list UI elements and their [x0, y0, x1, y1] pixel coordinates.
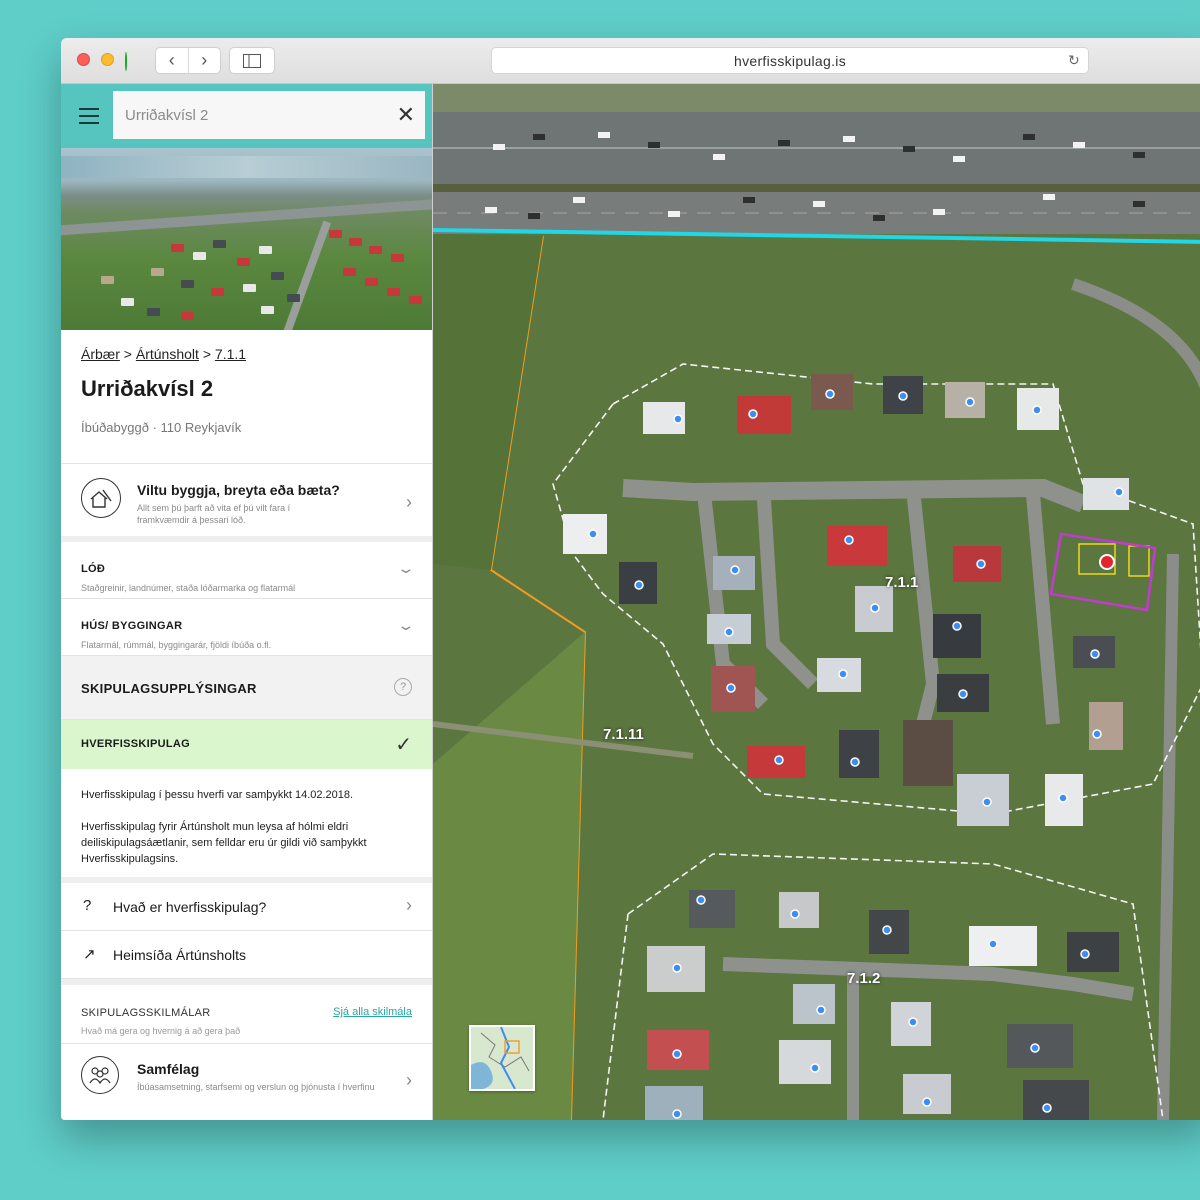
planning-section-header: SKIPULAGSUPPLÝSINGAR ?	[61, 656, 432, 720]
breadcrumb-artunsholt[interactable]: Ártúnsholt	[136, 346, 199, 362]
help-icon[interactable]: ?	[394, 678, 412, 696]
neighborhood-photo	[61, 148, 432, 330]
neighborhood-plan-item[interactable]: HVERFISSKIPULAG ✓	[61, 720, 432, 769]
forward-button[interactable]: ›	[187, 48, 221, 73]
what-is-plan-link[interactable]: ? Hvað er hverfisskipulag? ›	[61, 883, 432, 931]
maximize-window-button[interactable]	[125, 52, 127, 71]
planning-terms-heading: SKIPULAGSSKILMÁLAR	[81, 1007, 211, 1019]
search-input[interactable]: Urriðakvísl 2 ✕	[113, 91, 425, 139]
search-header: Urriðakvísl 2 ✕	[61, 84, 432, 148]
breadcrumb-arbaer[interactable]: Árbær	[81, 346, 120, 362]
build-change-heading: Viltu byggja, breyta eða bæta?	[137, 482, 340, 498]
build-change-card[interactable]: Viltu byggja, breyta eða bæta? Allt sem …	[61, 464, 432, 542]
property-info: Árbær > Ártúnsholt > 7.1.1 Urriðakvísl 2…	[61, 330, 432, 464]
sidebar-panel: Urriðakvísl 2 ✕ Árbær > Ártúnsholt > 7.1…	[61, 84, 433, 1120]
planning-terms-header: SKIPULAGSSKILMÁLAR Hvað má gera og hvern…	[61, 979, 432, 1043]
external-link-icon: ↗	[83, 946, 96, 963]
community-description: Íbúasamsetning, starfsemi og verslun og …	[137, 1082, 375, 1092]
house-build-icon	[81, 478, 121, 518]
property-subtitle: Íbúðabyggð · 110 Reykjavík	[81, 420, 242, 435]
zone-label: 7.1.1	[885, 574, 919, 591]
search-input-value: Urriðakvísl 2	[125, 106, 209, 124]
plan-description: Hverfisskipulag í þessu hverfi var samþy…	[61, 769, 432, 883]
community-item[interactable]: Samfélag Íbúasamsetning, starfsemi og ve…	[61, 1043, 432, 1113]
chevron-right-icon: ›	[406, 1070, 412, 1090]
zone-label: 7.1.2	[847, 970, 881, 987]
accordion-buildings[interactable]: HÚS/ BYGGINGAR Flatarmál, rúmmál, byggin…	[61, 599, 432, 656]
chevron-right-icon: ›	[406, 492, 412, 512]
history-nav: ‹ ›	[155, 47, 221, 74]
checkmark-icon: ✓	[395, 734, 412, 756]
see-all-terms-link[interactable]: Sjá alla skilmála	[333, 1006, 412, 1018]
accordion-buildings-heading: HÚS/ BYGGINGAR	[81, 620, 183, 632]
map-view[interactable]: 7.1.1 7.1.11 7.1.2	[433, 84, 1200, 1120]
chevron-down-icon: ⌄	[396, 617, 416, 633]
question-icon: ?	[83, 897, 92, 914]
artunsholt-homepage-link[interactable]: ↗ Heimsíða Ártúnsholts	[61, 931, 432, 979]
accordion-buildings-description: Flatarmál, rúmmál, byggingarár, fjöldi í…	[81, 640, 272, 650]
sidebar-toggle-icon[interactable]	[229, 47, 275, 74]
browser-titlebar: ‹ › hverfisskipulag.is ↻	[61, 38, 1200, 84]
address-bar[interactable]: hverfisskipulag.is ↻	[491, 47, 1089, 74]
plan-replacement-text: Hverfisskipulag fyrir Ártúnsholt mun ley…	[81, 821, 367, 865]
clear-search-icon[interactable]: ✕	[397, 102, 415, 128]
chevron-down-icon: ⌄	[396, 560, 416, 576]
url-text: hverfisskipulag.is	[734, 52, 846, 69]
menu-icon[interactable]	[79, 108, 99, 129]
community-heading: Samfélag	[137, 1061, 200, 1077]
planning-heading: SKIPULAGSUPPLÝSINGAR	[81, 681, 257, 696]
browser-window: ‹ › hverfisskipulag.is ↻ Urriðakvísl 2 ✕	[61, 38, 1200, 1120]
back-button[interactable]: ‹	[156, 48, 188, 73]
build-change-description: Allt sem þú þarft að vita ef þú vilt far…	[137, 503, 291, 525]
breadcrumb-separator: >	[123, 346, 132, 362]
artunsholt-homepage-label: Heimsíða Ártúnsholts	[113, 947, 247, 963]
selected-property-marker[interactable]	[1099, 554, 1115, 570]
reload-icon[interactable]: ↻	[1068, 52, 1080, 69]
neighborhood-plan-label: HVERFISSKIPULAG	[81, 738, 191, 750]
breadcrumb-zone[interactable]: 7.1.1	[215, 346, 246, 362]
breadcrumb-separator: >	[202, 346, 211, 362]
chevron-right-icon: ›	[406, 895, 412, 915]
zone-label: 7.1.11	[603, 726, 644, 743]
plan-approval-text: Hverfisskipulag í þessu hverfi var samþy…	[81, 789, 354, 801]
aerial-map[interactable]	[433, 84, 1200, 1120]
accordion-lot-description: Staðgreinir, landnúmer, staða lóðarmarka…	[81, 583, 296, 593]
minimize-window-button[interactable]	[101, 53, 114, 66]
planning-terms-description: Hvað má gera og hvernig á að gera það	[81, 1026, 241, 1036]
page-title: Urriðakvísl 2	[81, 376, 214, 401]
people-icon	[81, 1056, 119, 1094]
what-is-plan-label: Hvað er hverfisskipulag?	[113, 899, 267, 915]
breadcrumb: Árbær > Ártúnsholt > 7.1.1	[81, 346, 412, 362]
close-window-button[interactable]	[77, 53, 90, 66]
accordion-lot-heading: LÓÐ	[81, 563, 106, 575]
minimap-thumbnail[interactable]	[469, 1025, 535, 1091]
accordion-lot[interactable]: LÓÐ Staðgreinir, landnúmer, staða lóðarm…	[61, 542, 432, 599]
